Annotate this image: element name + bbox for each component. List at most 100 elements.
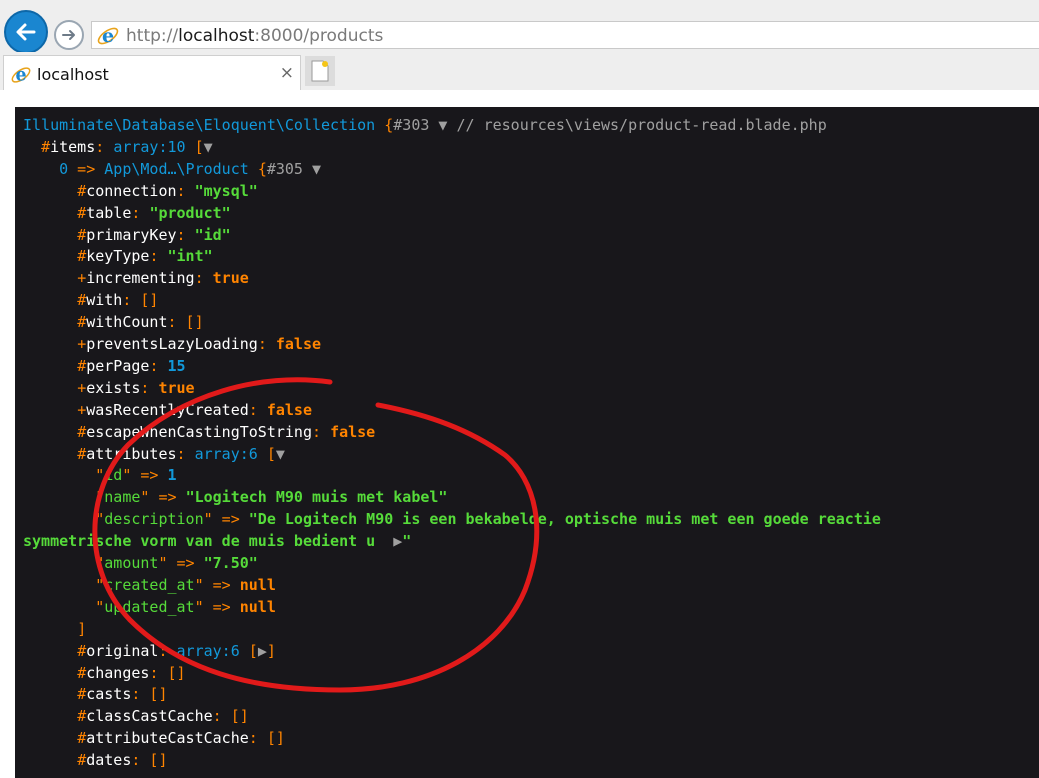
tab-localhost[interactable]: e localhost × [3,55,301,90]
dump-token: # [77,356,87,375]
dump-token: true [212,269,249,288]
dump-line: "name" => "Logitech M90 muis met kabel" [23,487,447,507]
dump-token: false [266,400,312,419]
dump-line: ] [23,619,86,639]
tab-strip: e localhost × [0,52,1039,91]
dump-token: : [131,203,150,222]
dump-token [23,182,77,200]
toggle-icon[interactable]: ▼ [312,160,321,178]
dump-token: : [] [131,751,168,770]
dump-token: "product" [149,203,231,222]
dump-token: "7.50" [203,554,258,572]
dump-line: #table: "product" [23,203,231,223]
dump-line: 0 => App\Mod…\Product {#305 ▼ [23,159,321,179]
dump-token: symmetrische vorm van de muis bedient u [23,532,394,551]
dump-token: " [95,488,105,507]
dump-token: + [77,269,87,288]
dump-token: # [77,663,87,682]
new-tab-button[interactable] [305,56,335,86]
dump-line: +incrementing: true [23,268,249,288]
dump-token: 0 [59,159,69,178]
dump-token [23,160,59,178]
dump-token: : [] [122,291,159,310]
dump-line: "updated_at" => null [23,597,276,617]
dump-token [23,751,77,769]
back-button[interactable] [4,10,48,54]
dump-line: #items: array:10 [▼ [23,137,213,157]
toggle-icon[interactable]: ▼ [276,445,285,463]
dump-token: : [176,181,195,200]
dump-line: +exists: true [23,378,194,398]
dump-token: table [86,203,132,222]
dump-token: # [77,641,87,660]
dump-token [375,116,384,134]
dump-token: " => [203,510,249,529]
dump-token: 1 [167,466,177,485]
dump-token: " [95,466,105,485]
dump-line: #with: [] [23,290,158,310]
dump-token: : [176,444,195,463]
toggle-icon[interactable]: ▼ [204,138,213,156]
dump-token: # [77,751,87,770]
dump-token: + [77,378,87,397]
dump-token: : [149,356,168,375]
dump-token: : [140,378,159,397]
dump-line: #changes: [] [23,663,186,683]
dump-token: #305 [266,159,312,178]
toggle-icon[interactable]: ▶ [258,642,267,660]
dump-token [23,291,77,309]
dump-token: # [77,422,87,441]
dump-token: items [50,137,96,156]
dump-token: " [95,554,105,572]
dump-token: exists [86,378,141,397]
dump-token [23,642,77,660]
navigation-bar: e http://localhost:8000/products [0,0,1039,54]
dump-token: # [77,181,87,200]
dump-token: primaryKey [86,225,177,244]
dump-token [23,707,77,725]
dump-token [23,357,77,375]
forward-button[interactable] [54,20,84,50]
dump-token [23,620,77,638]
dump-line: "created_at" => null [23,575,276,595]
dump-token: null [239,597,276,616]
url-host: localhost [178,26,255,46]
dump-token: App\Mod…\Product [104,159,249,178]
var-dump-output: Illuminate\Database\Eloquent\Collection … [15,107,1039,778]
dump-token: : [194,269,213,288]
toggle-icon[interactable]: ▶ [393,532,402,550]
dump-token [23,313,77,331]
dump-token [23,401,77,419]
dump-token: : [176,225,195,244]
dump-line: "id" => 1 [23,465,177,485]
dump-token: ] [77,619,87,638]
dump-token: 15 [167,356,186,375]
dump-token [23,247,77,265]
dump-token: : [] [167,313,204,332]
arrow-left-icon [16,23,36,41]
dump-token: : [248,400,267,419]
dump-token: connection [86,181,177,200]
dump-token: [ [185,137,204,156]
dump-line: #perPage: 15 [23,356,186,376]
dump-token: perPage [86,356,150,375]
dump-token: # [77,247,87,266]
dump-token: " [402,532,412,551]
dump-token [23,554,95,572]
dump-token: keyType [86,247,150,266]
dump-token: : [] [149,663,186,682]
address-bar[interactable]: e http://localhost:8000/products [91,21,1039,49]
dump-token: " => [122,466,168,485]
dump-token: "De Logitech M90 is een bekabelde, optis… [248,510,881,529]
dump-token: wasRecentlyCreated [86,400,249,419]
dump-token: { [257,159,267,178]
dump-token: # [77,203,87,222]
dump-token [23,204,77,222]
dump-token: "Logitech M90 muis met kabel" [185,488,448,507]
dump-token: array:6 [176,641,240,660]
dump-line: Illuminate\Database\Eloquent\Collection … [23,115,827,135]
dump-token [23,576,95,594]
dump-token: description [104,510,204,529]
dump-token: : [] [131,685,168,704]
close-tab-button[interactable]: × [280,63,294,83]
